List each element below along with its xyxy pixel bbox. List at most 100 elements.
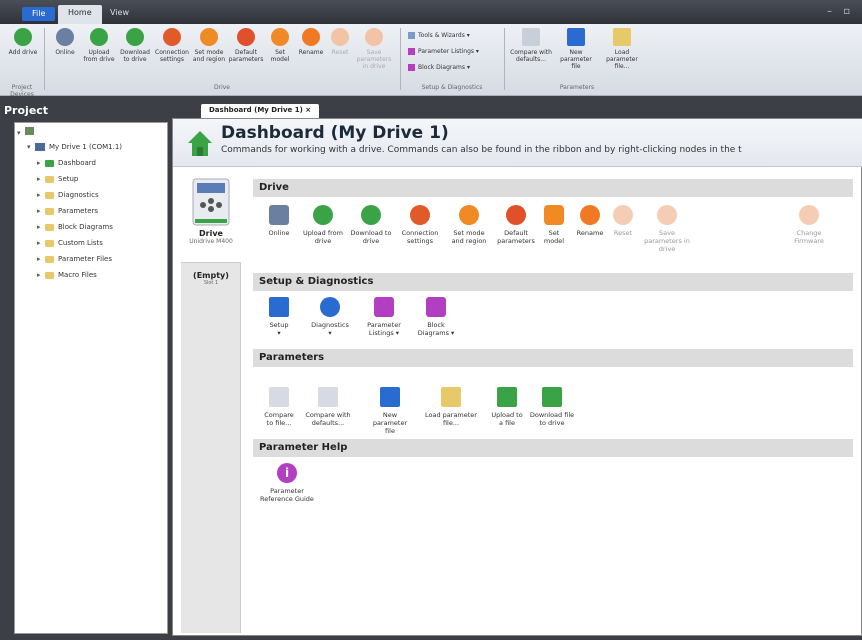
drive-device-icon (192, 178, 230, 226)
ribbon-default-params-button[interactable]: Default parameters (228, 28, 264, 63)
tools-icon (408, 32, 415, 39)
add-drive-button[interactable]: Add drive (6, 28, 40, 56)
ribbon-separator (504, 28, 505, 90)
rename-icon (580, 205, 600, 225)
new-parameter-file-button[interactable]: New parameter file (367, 387, 413, 435)
tree-item-dashboard[interactable]: ▸ Dashboard (37, 159, 96, 167)
ribbon-reset-button[interactable]: Reset (328, 28, 352, 56)
project-tree: ▾ ▾ My Drive 1 (COM1.1) ▸ Dashboard ▸ Setup… (14, 122, 168, 634)
empty-slot[interactable]: (Empty) Slot 1 (181, 271, 241, 286)
setup-button[interactable]: Setup ▾ (261, 297, 297, 337)
tab-view[interactable]: View (100, 5, 139, 24)
download-to-drive-button[interactable]: Download to drive (349, 205, 393, 245)
info-icon: i (277, 463, 297, 483)
tree-item-block-diagrams[interactable]: ▸ Block Diagrams (37, 223, 113, 231)
ribbon-tools-wizards[interactable]: Tools & Wizards ▾ (408, 32, 470, 39)
ribbon-compare-defaults-button[interactable]: Compare with defaults... (510, 28, 552, 63)
online-button[interactable]: Online (261, 205, 297, 237)
tab-file[interactable]: File (22, 7, 56, 21)
download-icon (126, 28, 144, 46)
group-parameters: Parameters (559, 84, 595, 91)
folder-icon (441, 387, 461, 407)
diagnostics-button[interactable]: Diagnostics ▾ (307, 297, 353, 337)
drive-model: Unidrive M400 (189, 238, 233, 245)
default-params-icon (237, 28, 255, 46)
tree-item-macro-files[interactable]: ▸ Macro Files (37, 271, 97, 279)
set-mode-region-button[interactable]: Set mode and region (447, 205, 491, 245)
tree-item-parameters[interactable]: ▸ Parameters (37, 207, 98, 215)
ribbon-parameter-listings[interactable]: Parameter Listings ▾ (408, 48, 479, 55)
connection-icon (163, 28, 181, 46)
firmware-icon (799, 205, 819, 225)
save-params-icon (657, 205, 677, 225)
new-file-icon (380, 387, 400, 407)
parameter-listings-button[interactable]: Parameter Listings ▾ (361, 297, 407, 337)
empty-sub: Slot 1 (203, 280, 219, 286)
group-drive: Drive (214, 84, 230, 91)
connection-settings-button[interactable]: Connection settings (397, 205, 443, 245)
change-firmware-button[interactable]: Change Firmware (787, 205, 831, 245)
folder-icon (613, 28, 631, 46)
upload-to-file-button[interactable]: Upload to a file (489, 387, 525, 427)
reset-icon (613, 205, 633, 225)
tree-item-custom-lists[interactable]: ▸ Custom Lists (37, 239, 103, 247)
upload-icon (90, 28, 108, 46)
download-file-icon (542, 387, 562, 407)
tree-network-node[interactable]: ▾ (17, 127, 34, 137)
empty-label: (Empty) (193, 271, 229, 280)
ribbon-download-button[interactable]: Download to drive (118, 28, 152, 63)
tree-drive-root[interactable]: ▾ My Drive 1 (COM1.1) (27, 143, 122, 151)
tab-home[interactable]: Home (58, 5, 102, 24)
ribbon-upload-button[interactable]: Upload from drive (82, 28, 116, 63)
ribbon-rename-button[interactable]: Rename (296, 28, 326, 56)
compare-file-icon (269, 387, 289, 407)
ribbon-online-button[interactable]: Online (50, 28, 80, 56)
set-model-icon (544, 205, 564, 225)
reset-icon (331, 28, 349, 46)
network-icon (25, 127, 34, 135)
title-bar: File Home View – ▫ (0, 0, 862, 24)
ribbon-block-diagrams[interactable]: Block Diagrams ▾ (408, 64, 470, 71)
block-icon (408, 64, 415, 71)
listings-icon (408, 48, 415, 55)
reset-button[interactable]: Reset (609, 205, 637, 237)
set-model-button[interactable]: Set model (539, 205, 569, 245)
save-parameters-button[interactable]: Save parameters in drive (641, 205, 693, 253)
default-parameters-button[interactable]: Default parameters (495, 205, 537, 245)
block-diagrams-button[interactable]: Block Diagrams ▾ (413, 297, 459, 337)
rename-button[interactable]: Rename (573, 205, 607, 237)
compare-with-defaults-button[interactable]: Compare with defaults... (305, 387, 351, 427)
online-icon (269, 205, 289, 225)
tree-item-diagnostics[interactable]: ▸ Diagnostics (37, 191, 99, 199)
parameter-reference-guide-button[interactable]: i Parameter Reference Guide (257, 463, 317, 503)
online-icon (56, 28, 74, 46)
load-parameter-file-button[interactable]: Load parameter file... (423, 387, 479, 427)
compare-to-file-button[interactable]: Compare to file... (261, 387, 297, 427)
download-file-button[interactable]: Download file to drive (529, 387, 575, 427)
ribbon-set-model-button[interactable]: Set model (266, 28, 294, 63)
block-diagrams-icon (426, 297, 446, 317)
tab-dashboard[interactable]: Dashboard (My Drive 1) × (201, 104, 320, 118)
ribbon-set-mode-button[interactable]: Set mode and region (192, 28, 226, 63)
ribbon-connection-button[interactable]: Connection settings (154, 28, 190, 63)
window-controls[interactable]: – ▫ (827, 6, 854, 17)
set-model-icon (271, 28, 289, 46)
default-params-icon (506, 205, 526, 225)
folder-icon (45, 271, 54, 279)
ribbon-separator (400, 28, 401, 90)
device-column: Drive Unidrive M400 (Empty) Slot 1 (181, 173, 241, 633)
section-parameters: Parameters (253, 349, 853, 367)
upload-from-drive-button[interactable]: Upload from drive (301, 205, 345, 245)
ribbon-load-param-button[interactable]: Load parameter file... (600, 28, 644, 70)
project-header: Project (4, 104, 49, 117)
set-mode-icon (459, 205, 479, 225)
ribbon-new-param-button[interactable]: New parameter file (556, 28, 596, 70)
drive-card[interactable]: Drive Unidrive M400 (181, 173, 241, 263)
dashboard-icon (45, 159, 54, 167)
rename-icon (302, 28, 320, 46)
upload-icon (313, 205, 333, 225)
ribbon-save-params-button[interactable]: Save parameters in drive (354, 28, 394, 70)
tree-item-setup[interactable]: ▸ Setup (37, 175, 78, 183)
drive-icon (35, 143, 45, 151)
tree-item-parameter-files[interactable]: ▸ Parameter Files (37, 255, 112, 263)
